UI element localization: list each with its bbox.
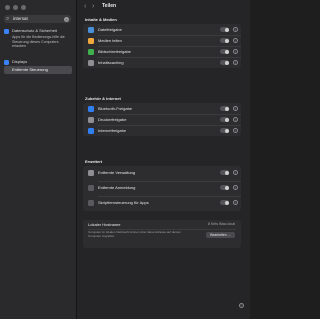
section-group-accessories-internet: Bluetooth-Freigabe i Druckerfreigabe i I… <box>83 103 241 136</box>
hostname-description: Computer im lokalen Netzwerk können über… <box>88 230 181 238</box>
row-internet-sharing[interactable]: Internetfreigabe i <box>83 125 241 136</box>
row-label: Internetfreigabe <box>98 128 127 133</box>
row-remote-login[interactable]: Entfernte Anmeldung i <box>83 182 241 193</box>
section-title: Zubehör & Internet <box>85 96 121 101</box>
section-title: Erweitert <box>85 159 103 164</box>
row-label: Medien teilen <box>98 38 122 43</box>
main-pane: ‹ › Teilen Inhalte & Medien Dateifreigab… <box>77 0 250 319</box>
row-label: Dateifreigabe <box>98 27 122 32</box>
settings-window: ⌕ intersat × Datenschutz & Sicherheit Ap… <box>0 0 250 319</box>
sidebar-item-label: Entfernte Steuerung <box>12 67 48 72</box>
edit-hostname-button[interactable]: Bearbeiten … <box>206 232 235 238</box>
bluetooth-sharing-toggle[interactable] <box>220 106 229 111</box>
sidebar-search-result[interactable]: Apps für die Bedienungs-hilfe die Steuer… <box>12 35 67 49</box>
footer: ? <box>239 303 244 308</box>
hostname-value: 8 Krits iMac.local <box>207 222 235 226</box>
info-icon[interactable]: i <box>233 184 238 190</box>
section-group-content-media: Dateifreigabe i Medien teilen i Bildschi… <box>83 24 241 68</box>
file-sharing-toggle[interactable] <box>220 27 229 32</box>
row-bluetooth-sharing[interactable]: Bluetooth-Freigabe i <box>83 103 241 114</box>
row-label: Entfernte Anmeldung <box>98 185 136 190</box>
sidebar-item-label: Displays <box>12 59 28 64</box>
globe-icon <box>88 127 94 134</box>
row-media-sharing[interactable]: Medien teilen i <box>83 35 241 46</box>
toolbar: ‹ › Teilen <box>77 0 250 14</box>
row-printer-sharing[interactable]: Druckerfreigabe i <box>83 114 241 125</box>
minimize-window-button[interactable] <box>13 5 18 10</box>
folder-icon <box>88 26 94 33</box>
window-controls <box>5 5 26 10</box>
row-label: Entfernte Verwaltung <box>98 170 136 175</box>
row-label: Druckerfreigabe <box>98 117 127 122</box>
sidebar: ⌕ intersat × Datenschutz & Sicherheit Ap… <box>0 0 77 319</box>
sidebar-item-remote-control[interactable]: Entfernte Steuerung <box>4 66 72 74</box>
row-remote-apple-events[interactable]: Skriptfernsteuerung für Apps i <box>83 197 241 208</box>
screen-sharing-toggle[interactable] <box>220 49 229 54</box>
info-icon[interactable]: i <box>233 26 238 32</box>
row-remote-management[interactable]: Entfernte Verwaltung i <box>83 167 241 178</box>
media-sharing-toggle[interactable] <box>220 38 229 43</box>
section-title: Inhalte & Medien <box>85 17 117 22</box>
search-input[interactable]: intersat <box>13 15 28 23</box>
internet-sharing-toggle[interactable] <box>220 128 229 133</box>
display-icon <box>4 59 9 65</box>
back-button[interactable]: ‹ <box>84 3 86 10</box>
info-icon[interactable]: i <box>233 105 238 111</box>
help-icon[interactable]: ? <box>239 303 244 308</box>
script-icon <box>88 199 94 206</box>
sidebar-item-label: Datenschutz & Sicherheit <box>12 28 57 33</box>
content-caching-toggle[interactable] <box>220 60 229 65</box>
sidebar-item-displays[interactable]: Displays <box>4 59 27 65</box>
sidebar-item-privacy[interactable]: Datenschutz & Sicherheit <box>4 28 57 34</box>
row-label: Bildschirmfreigabe <box>98 49 131 54</box>
terminal-icon <box>88 184 94 191</box>
remote-apple-events-toggle[interactable] <box>220 200 229 205</box>
row-label: Skriptfernsteuerung für Apps <box>98 200 149 205</box>
info-icon[interactable]: i <box>233 199 238 205</box>
info-icon[interactable]: i <box>233 59 238 65</box>
row-content-caching[interactable]: Inhaltscaching i <box>83 57 241 68</box>
page-title: Teilen <box>102 3 117 9</box>
zoom-window-button[interactable] <box>21 5 26 10</box>
bluetooth-icon <box>88 105 94 112</box>
hand-icon <box>4 28 9 34</box>
printer-icon <box>88 116 94 123</box>
info-icon[interactable]: i <box>233 48 238 54</box>
hostname-label: Lokaler Hostname <box>88 222 121 227</box>
row-label: Inhaltscaching <box>98 60 124 65</box>
remote-management-icon <box>88 169 94 176</box>
search-icon: ⌕ <box>6 16 10 22</box>
row-label: Bluetooth-Freigabe <box>98 106 133 111</box>
media-icon <box>88 37 94 44</box>
section-group-advanced: Entfernte Verwaltung i Entfernte Anmeldu… <box>83 166 241 211</box>
forward-button[interactable]: › <box>92 3 94 10</box>
remote-login-toggle[interactable] <box>220 185 229 190</box>
remote-management-toggle[interactable] <box>220 170 229 175</box>
search-field[interactable]: ⌕ intersat × <box>4 15 71 23</box>
screen-sharing-icon <box>88 48 94 55</box>
info-icon[interactable]: i <box>233 37 238 43</box>
info-icon[interactable]: i <box>233 127 238 133</box>
info-icon[interactable]: i <box>233 116 238 122</box>
row-screen-sharing[interactable]: Bildschirmfreigabe i <box>83 46 241 57</box>
row-file-sharing[interactable]: Dateifreigabe i <box>83 24 241 35</box>
local-hostname-group: Lokaler Hostname 8 Krits iMac.local Comp… <box>83 220 241 248</box>
info-icon[interactable]: i <box>233 169 238 175</box>
close-window-button[interactable] <box>5 5 10 10</box>
printer-sharing-toggle[interactable] <box>220 117 229 122</box>
content-caching-icon <box>88 59 94 66</box>
clear-search-icon[interactable]: × <box>64 16 69 22</box>
